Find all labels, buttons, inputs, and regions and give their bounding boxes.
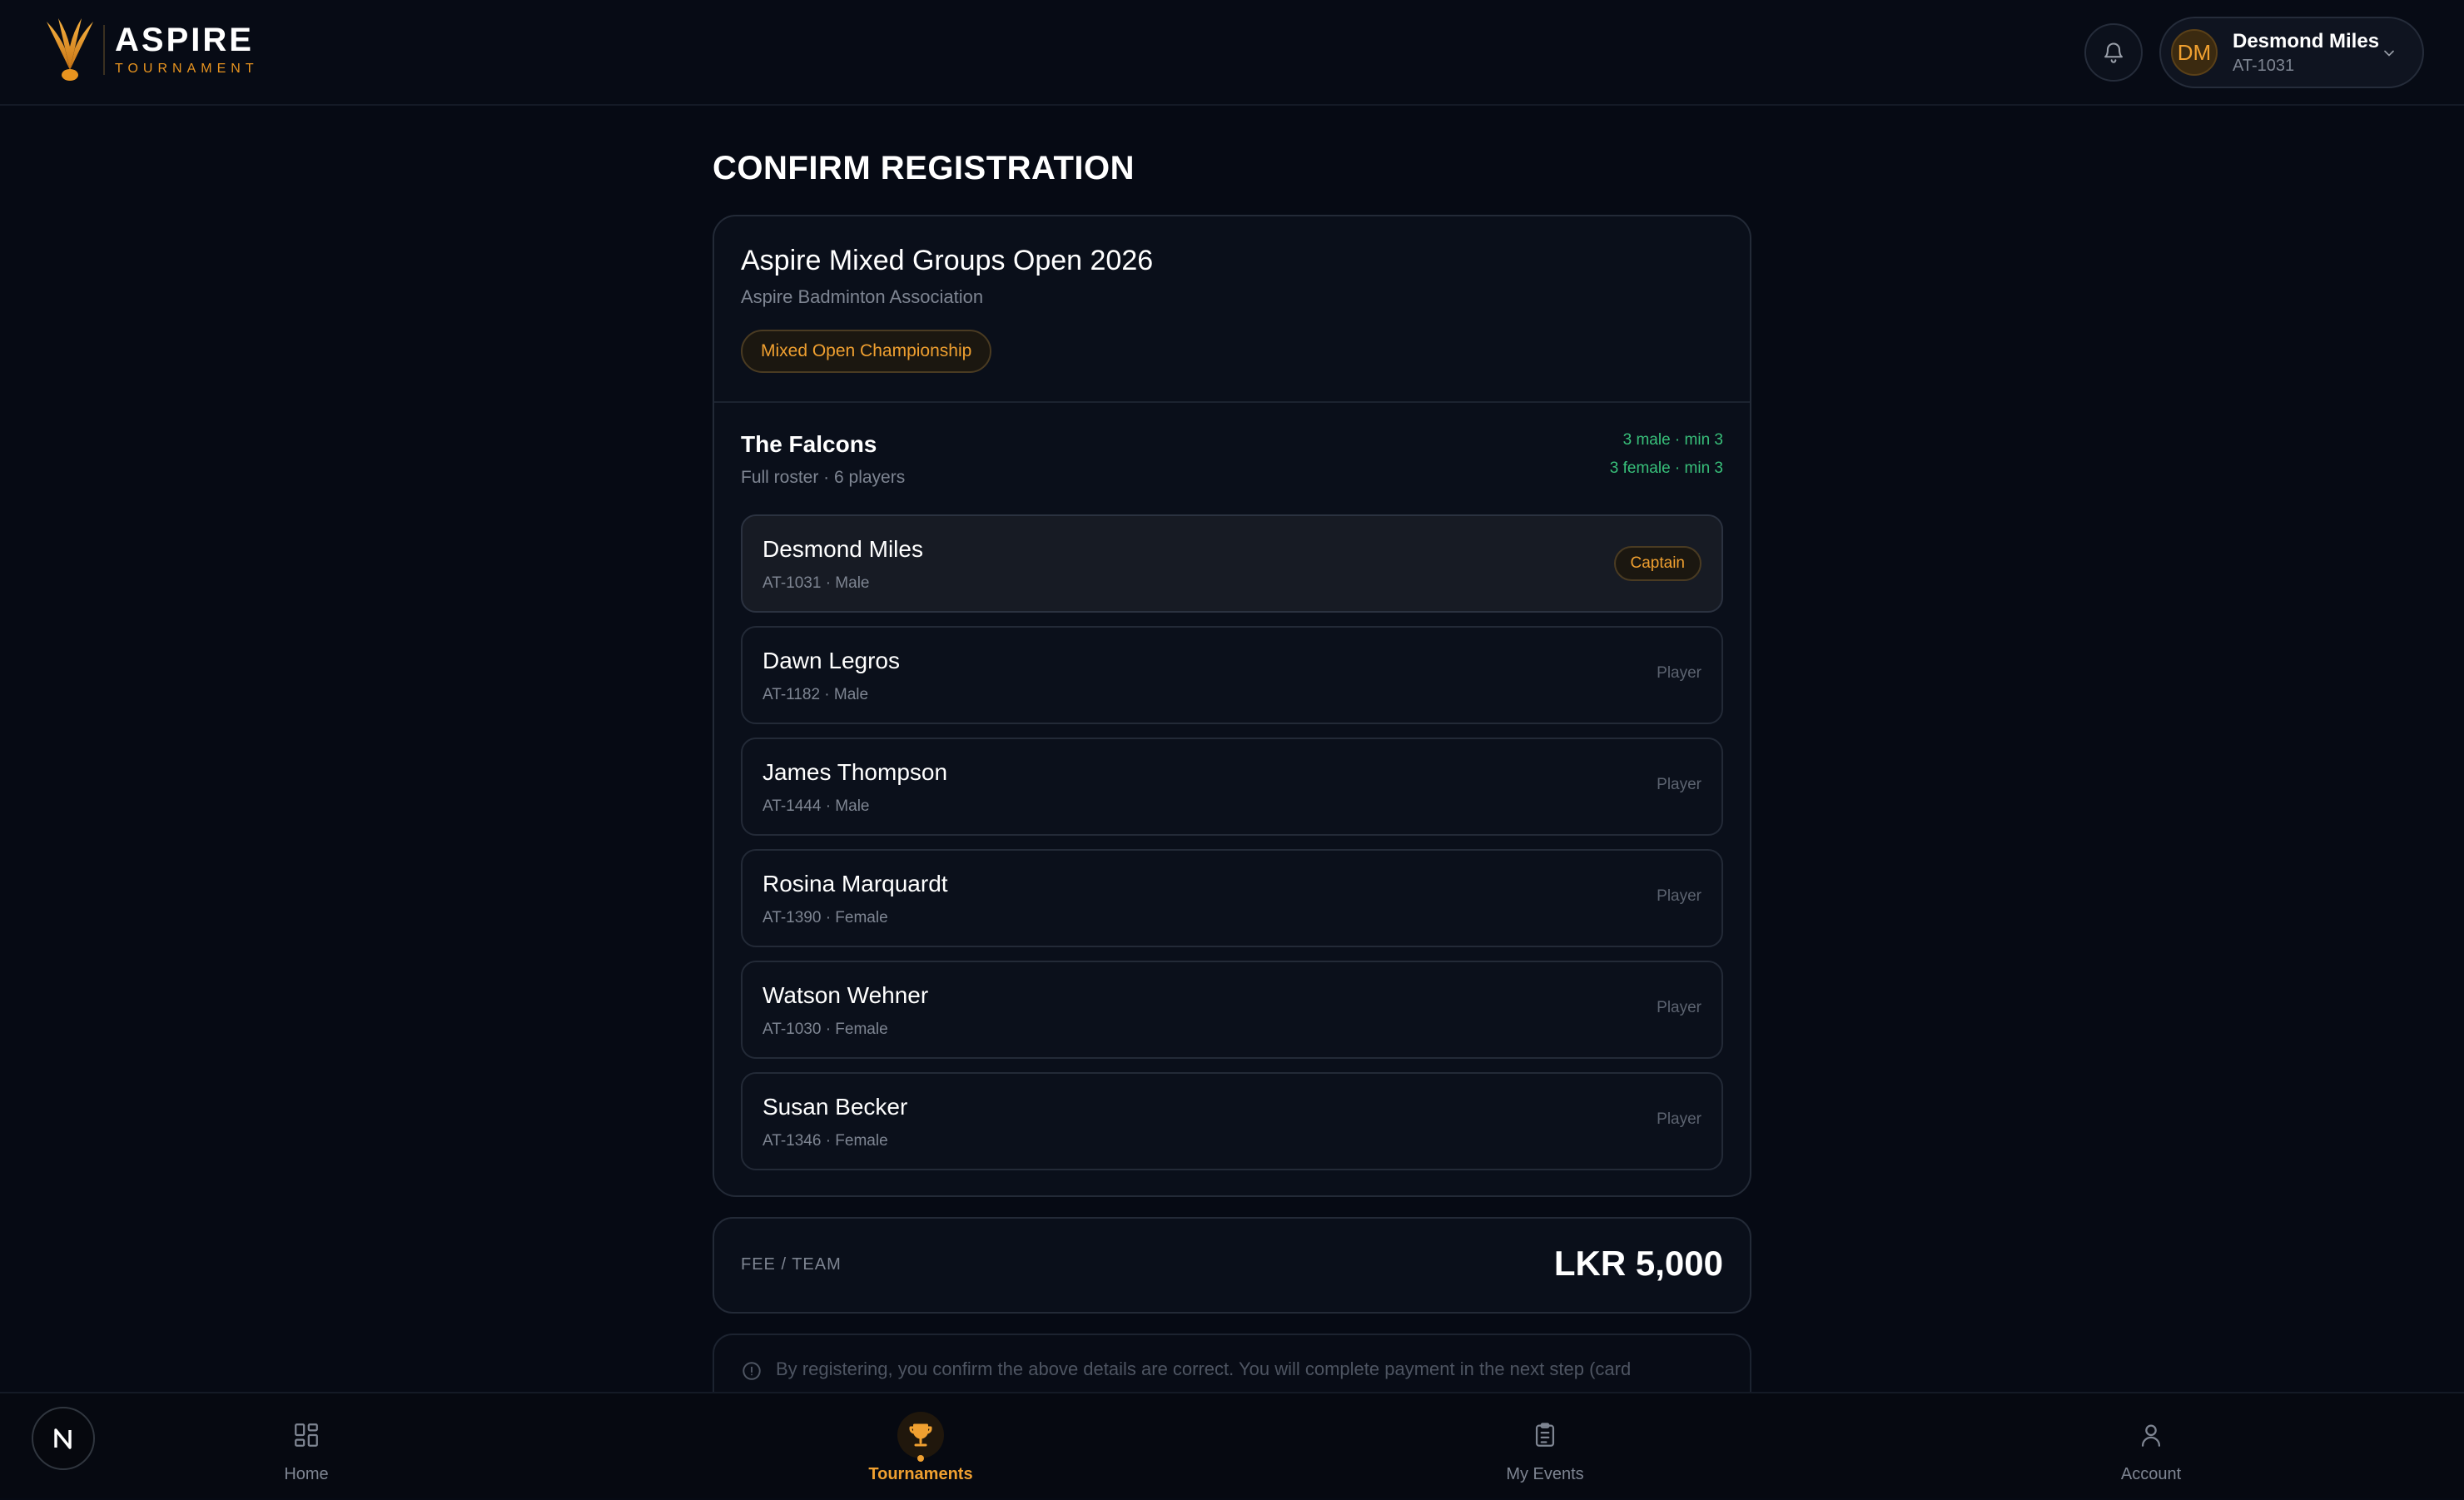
fee-amount: LKR 5,000 [1553,1244,1723,1283]
fee-label: FEE / TEAM [741,1255,842,1274]
nav-item-account[interactable]: Account [2043,1393,2259,1500]
avatar: DM [2171,29,2218,76]
player-meta: AT-1444 · Male [763,797,870,815]
nav-label-tournaments: Tournaments [868,1465,973,1483]
player-row: Watson Wehner AT-1030 · Female Player [741,961,1723,1059]
user-name: Desmond Miles [2233,30,2380,52]
male-requirement-status: 3 male · min 3 [1622,431,1723,449]
brand-subtitle: TOURNAMENT [115,62,259,76]
player-meta: AT-1030 · Female [763,1021,888,1038]
bell-icon [2104,42,2123,63]
chevron-down-icon [2384,50,2394,57]
player-name: Desmond Miles [763,536,923,562]
notifications-button[interactable] [2084,23,2143,82]
brand-logo[interactable]: ASPIRE TOURNAMENT [40,15,259,85]
player-role: Player [1657,776,1701,793]
n-logo-icon [54,1428,72,1449]
player-name: Susan Becker [763,1094,908,1120]
player-name: Dawn Legros [763,648,900,673]
nav-label-account: Account [2120,1465,2182,1483]
bottom-navigation: Home Tournaments My Events Account [0,1392,2464,1498]
team-name: The Falcons [741,431,877,457]
player-meta: AT-1031 · Male [763,574,870,592]
info-icon [743,1362,761,1380]
female-requirement-status: 3 female · min 3 [1609,459,1723,477]
user-id: AT-1031 [2233,57,2295,75]
player-name: Watson Wehner [763,982,929,1008]
divider [714,401,1750,403]
player-role: Player [1657,1110,1701,1128]
player-meta: AT-1182 · Male [763,686,869,703]
player-row: Susan Becker AT-1346 · Female Player [741,1072,1723,1170]
user-icon [2141,1424,2161,1447]
n-badge-button[interactable] [32,1407,95,1470]
active-indicator-dot [917,1455,924,1462]
player-meta: AT-1390 · Female [763,909,888,926]
nav-item-my-events[interactable]: My Events [1437,1393,1653,1500]
player-role: Player [1657,664,1701,682]
player-role: Player [1657,887,1701,905]
page-title: CONFIRM REGISTRATION [713,150,1135,186]
trophy-icon [909,1423,932,1447]
brand-title: ASPIRE [115,22,254,58]
nav-item-tournaments[interactable]: Tournaments [812,1393,1029,1500]
player-row: Rosina Marquardt AT-1390 · Female Player [741,849,1723,947]
captain-badge: Captain [1613,546,1701,581]
tournament-organizer: Aspire Badminton Association [741,286,984,307]
grid-icon [295,1423,318,1447]
notice-text: By registering, you confirm the above de… [776,1358,1632,1379]
player-meta: AT-1346 · Female [763,1132,888,1150]
nav-label-home: Home [284,1465,329,1483]
player-name: Rosina Marquardt [763,871,948,897]
top-header: ASPIRE TOURNAMENT DM Desmond Miles AT-10… [0,0,2464,106]
shuttlecock-logo-icon [47,18,93,81]
player-row: Desmond Miles AT-1031 · Male Captain [741,514,1723,613]
player-role: Player [1657,999,1701,1016]
user-menu-button[interactable]: DM Desmond Miles AT-1031 [2159,17,2424,88]
team-summary: Full roster · 6 players [741,468,906,487]
nav-item-home[interactable]: Home [198,1393,415,1500]
player-name: James Thompson [763,759,948,785]
category-badge: Mixed Open Championship [741,330,992,373]
fee-card: FEE / TEAM LKR 5,000 [713,1217,1751,1314]
tournament-title: Aspire Mixed Groups Open 2026 [741,245,1154,276]
nav-label-my-events: My Events [1506,1465,1584,1483]
clipboard-icon [1535,1423,1555,1447]
registration-card: Aspire Mixed Groups Open 2026 Aspire Bad… [713,215,1751,1197]
player-row: Dawn Legros AT-1182 · Male Player [741,626,1723,724]
player-row: James Thompson AT-1444 · Male Player [741,738,1723,836]
